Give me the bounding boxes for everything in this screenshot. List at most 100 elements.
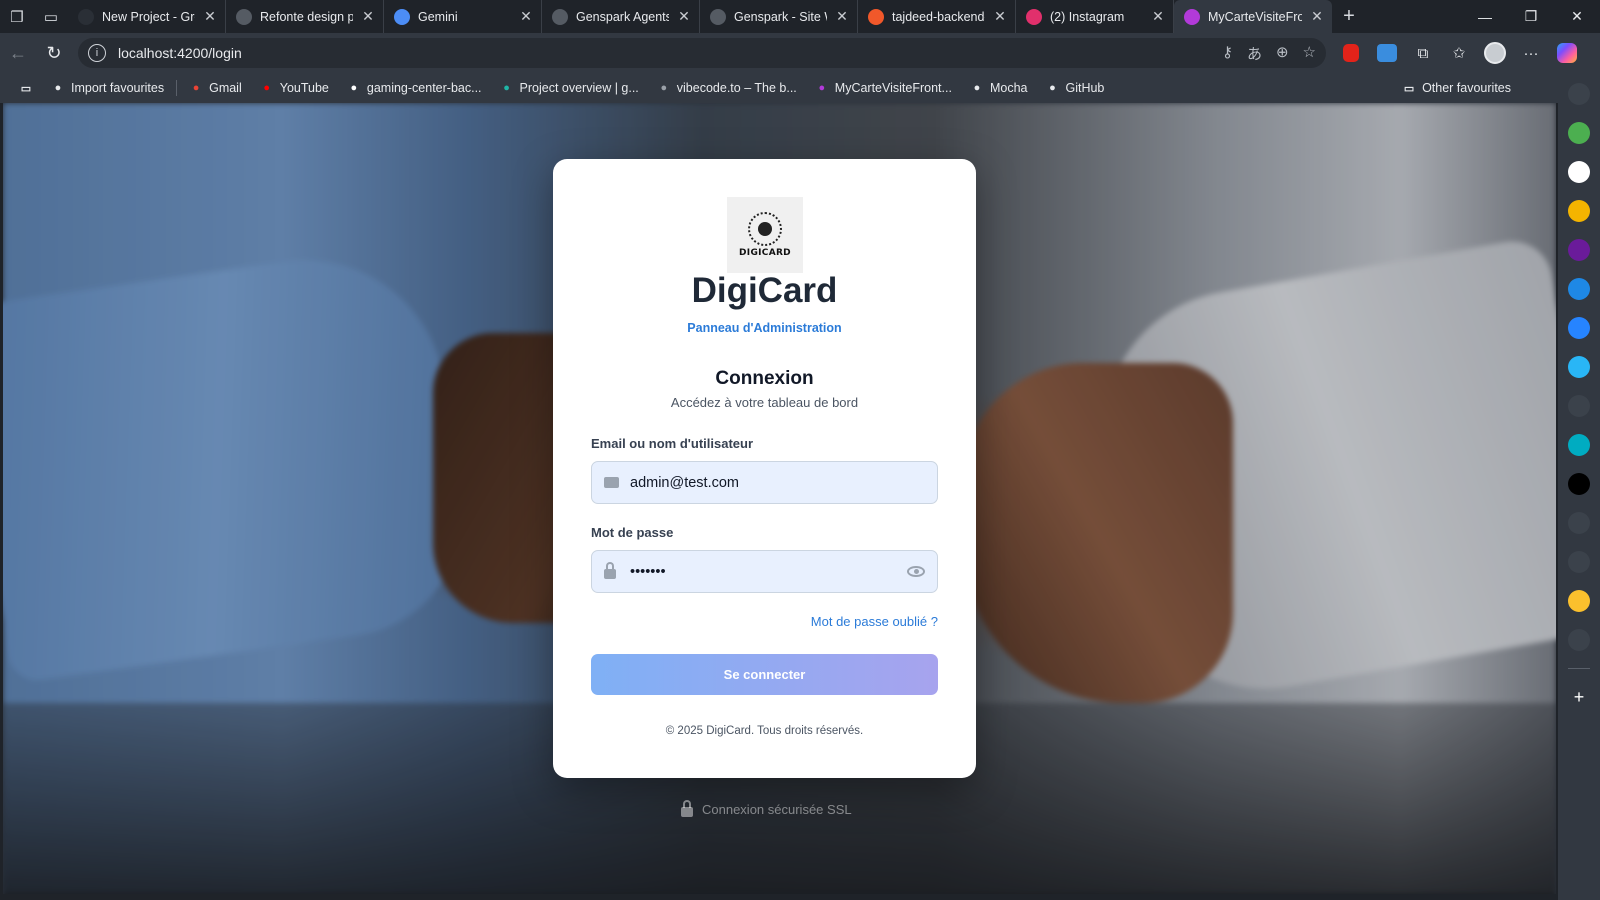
brand-subtitle: Panneau d'Administration <box>687 321 842 335</box>
html-css-icon[interactable] <box>1568 473 1590 495</box>
key-icon[interactable]: ⚷ <box>1222 43 1233 64</box>
bookmark-item[interactable]: ● GitHub <box>1036 75 1113 101</box>
ssl-lock-icon <box>681 799 693 817</box>
back-button[interactable]: ← <box>0 35 36 71</box>
tab-close-icon[interactable]: ✕ <box>203 8 217 25</box>
tab-close-icon[interactable]: ✕ <box>1310 8 1324 25</box>
import-icon: ● <box>54 82 62 94</box>
password-field[interactable] <box>630 563 907 580</box>
close-window-button[interactable]: ✕ <box>1554 0 1600 33</box>
search-icon[interactable] <box>1568 83 1590 105</box>
more-options-icon[interactable]: ··· <box>1516 38 1546 68</box>
refresh-ext-icon[interactable] <box>1568 278 1590 300</box>
bookmark-item[interactable]: ● MyCarteVisiteFront... <box>806 75 961 101</box>
browser-tab[interactable]: MyCarteVisiteFront ✕ <box>1174 0 1332 33</box>
tab-title: Refonte design pag <box>260 9 353 24</box>
forgot-password-link[interactable]: Mot de passe oublié ? <box>811 614 938 629</box>
tab-title: Gemini <box>418 9 458 24</box>
show-password-eye-icon[interactable] <box>907 566 925 577</box>
github-icon[interactable] <box>1568 161 1590 183</box>
window-bottom-edge <box>0 894 1556 900</box>
drop-icon[interactable] <box>1568 551 1590 573</box>
other-favourites-folder[interactable]: ▭ Other favourites <box>1393 75 1520 101</box>
bookmark-item[interactable]: ● Project overview | g... <box>491 75 648 101</box>
password-label: Mot de passe <box>591 525 674 540</box>
ssl-note: Connexion sécurisée SSL <box>681 799 852 817</box>
bookmarks-bar: ▭ ● Import favourites ● Gmail ● YouTube ● gamin… <box>0 73 1600 103</box>
translate-icon[interactable]: あ <box>1247 43 1262 64</box>
ssl-note-text: Connexion sécurisée SSL <box>702 802 852 817</box>
browser-tab[interactable]: Refonte design pag ✕ <box>226 0 384 33</box>
browser-tab[interactable]: Genspark - Site We ✕ <box>700 0 858 33</box>
browser-tab[interactable]: New Project - Grok ✕ <box>68 0 226 33</box>
bookmarks-toggle-icon[interactable]: ▭ <box>10 75 42 101</box>
medal-icon[interactable] <box>1568 590 1590 612</box>
favourite-star-icon[interactable]: ☆ <box>1303 43 1316 64</box>
bookmark-item[interactable]: ● Mocha <box>961 75 1037 101</box>
lock-icon <box>604 562 620 579</box>
grok-icon <box>78 8 94 25</box>
bookmark-separator <box>176 80 178 96</box>
workspaces-icon[interactable]: ❒ <box>0 0 34 33</box>
tab-close-icon[interactable]: ✕ <box>677 8 691 25</box>
bookmark-item[interactable]: ● YouTube <box>251 75 338 101</box>
browser-sidebar: + <box>1558 73 1600 900</box>
chat-icon[interactable] <box>1568 356 1590 378</box>
openai-icon <box>236 8 252 25</box>
extension-blue-icon[interactable] <box>1372 38 1402 68</box>
url-text[interactable]: localhost:4200/login <box>118 45 1222 61</box>
browser-tab[interactable]: Gemini ✕ <box>384 0 542 33</box>
tab-title: Genspark - Site We <box>734 9 827 24</box>
browser-tab[interactable]: tajdeed-backend-n ✕ <box>858 0 1016 33</box>
favourites-icon[interactable]: ✩ <box>1444 38 1474 68</box>
genspark-icon <box>552 8 568 25</box>
browser-tab[interactable]: Genspark Agents ✕ <box>542 0 700 33</box>
digicard-logo: DIGICARD <box>727 197 803 273</box>
globe-icon[interactable] <box>1568 395 1590 417</box>
logo-sun-icon <box>748 212 782 246</box>
o-icon[interactable] <box>1568 239 1590 261</box>
gear-ext-icon[interactable] <box>1568 512 1590 534</box>
browser-toolbar: ← ↻ i localhost:4200/login ⚷ あ ⊕ ☆ ⧉ ✩ ·… <box>0 33 1600 73</box>
tab-actions-icon[interactable]: ▭ <box>34 0 68 33</box>
browser-tab[interactable]: (2) Instagram ✕ <box>1016 0 1174 33</box>
login-heading: Connexion <box>715 368 814 389</box>
bookmark-item[interactable]: ● vibecode.to – The b... <box>648 75 806 101</box>
password-field-wrapper[interactable] <box>591 550 938 593</box>
bookmark-item[interactable]: ● Gmail <box>180 75 251 101</box>
sidebar-add-icon[interactable]: + <box>1568 686 1590 708</box>
jira-icon[interactable] <box>1568 317 1590 339</box>
restore-button[interactable]: ❐ <box>1508 0 1554 33</box>
copilot-icon[interactable] <box>1552 38 1582 68</box>
bookmark-item[interactable]: ● Import favourites <box>42 75 173 101</box>
bookmark-label: Project overview | g... <box>519 81 639 95</box>
extensions-puzzle-icon[interactable]: ⧉ <box>1408 38 1438 68</box>
email-field-wrapper[interactable] <box>591 461 938 504</box>
tab-close-icon[interactable]: ✕ <box>519 8 533 25</box>
tab-close-icon[interactable]: ✕ <box>993 8 1007 25</box>
profile-avatar[interactable] <box>1480 38 1510 68</box>
tab-close-icon[interactable]: ✕ <box>1151 8 1165 25</box>
zoom-icon[interactable]: ⊕ <box>1276 43 1289 64</box>
site-info-icon[interactable]: i <box>88 44 106 62</box>
login-button[interactable]: Se connecter <box>591 654 938 695</box>
minimize-button[interactable]: — <box>1462 0 1508 33</box>
infinity-icon[interactable] <box>1568 629 1590 651</box>
adblock-extension-icon[interactable] <box>1336 38 1366 68</box>
address-bar[interactable]: i localhost:4200/login ⚷ あ ⊕ ☆ <box>78 38 1326 68</box>
leaf-icon[interactable] <box>1568 122 1590 144</box>
window-controls: — ❐ ✕ <box>1462 0 1600 33</box>
bookmark-label: Gmail <box>209 81 242 95</box>
gemini-icon <box>394 8 410 25</box>
new-tab-button[interactable]: + <box>1332 0 1366 33</box>
youtube-icon: ● <box>263 82 271 94</box>
w-icon[interactable] <box>1568 200 1590 222</box>
square-icon[interactable] <box>1568 434 1590 456</box>
email-field[interactable] <box>630 474 925 491</box>
mycarte-icon: ● <box>818 82 826 94</box>
tab-close-icon[interactable]: ✕ <box>361 8 375 25</box>
reload-button[interactable]: ↻ <box>36 35 72 71</box>
tab-close-icon[interactable]: ✕ <box>835 8 849 25</box>
bookmark-label: gaming-center-bac... <box>366 81 482 95</box>
bookmark-item[interactable]: ● gaming-center-bac... <box>338 75 491 101</box>
